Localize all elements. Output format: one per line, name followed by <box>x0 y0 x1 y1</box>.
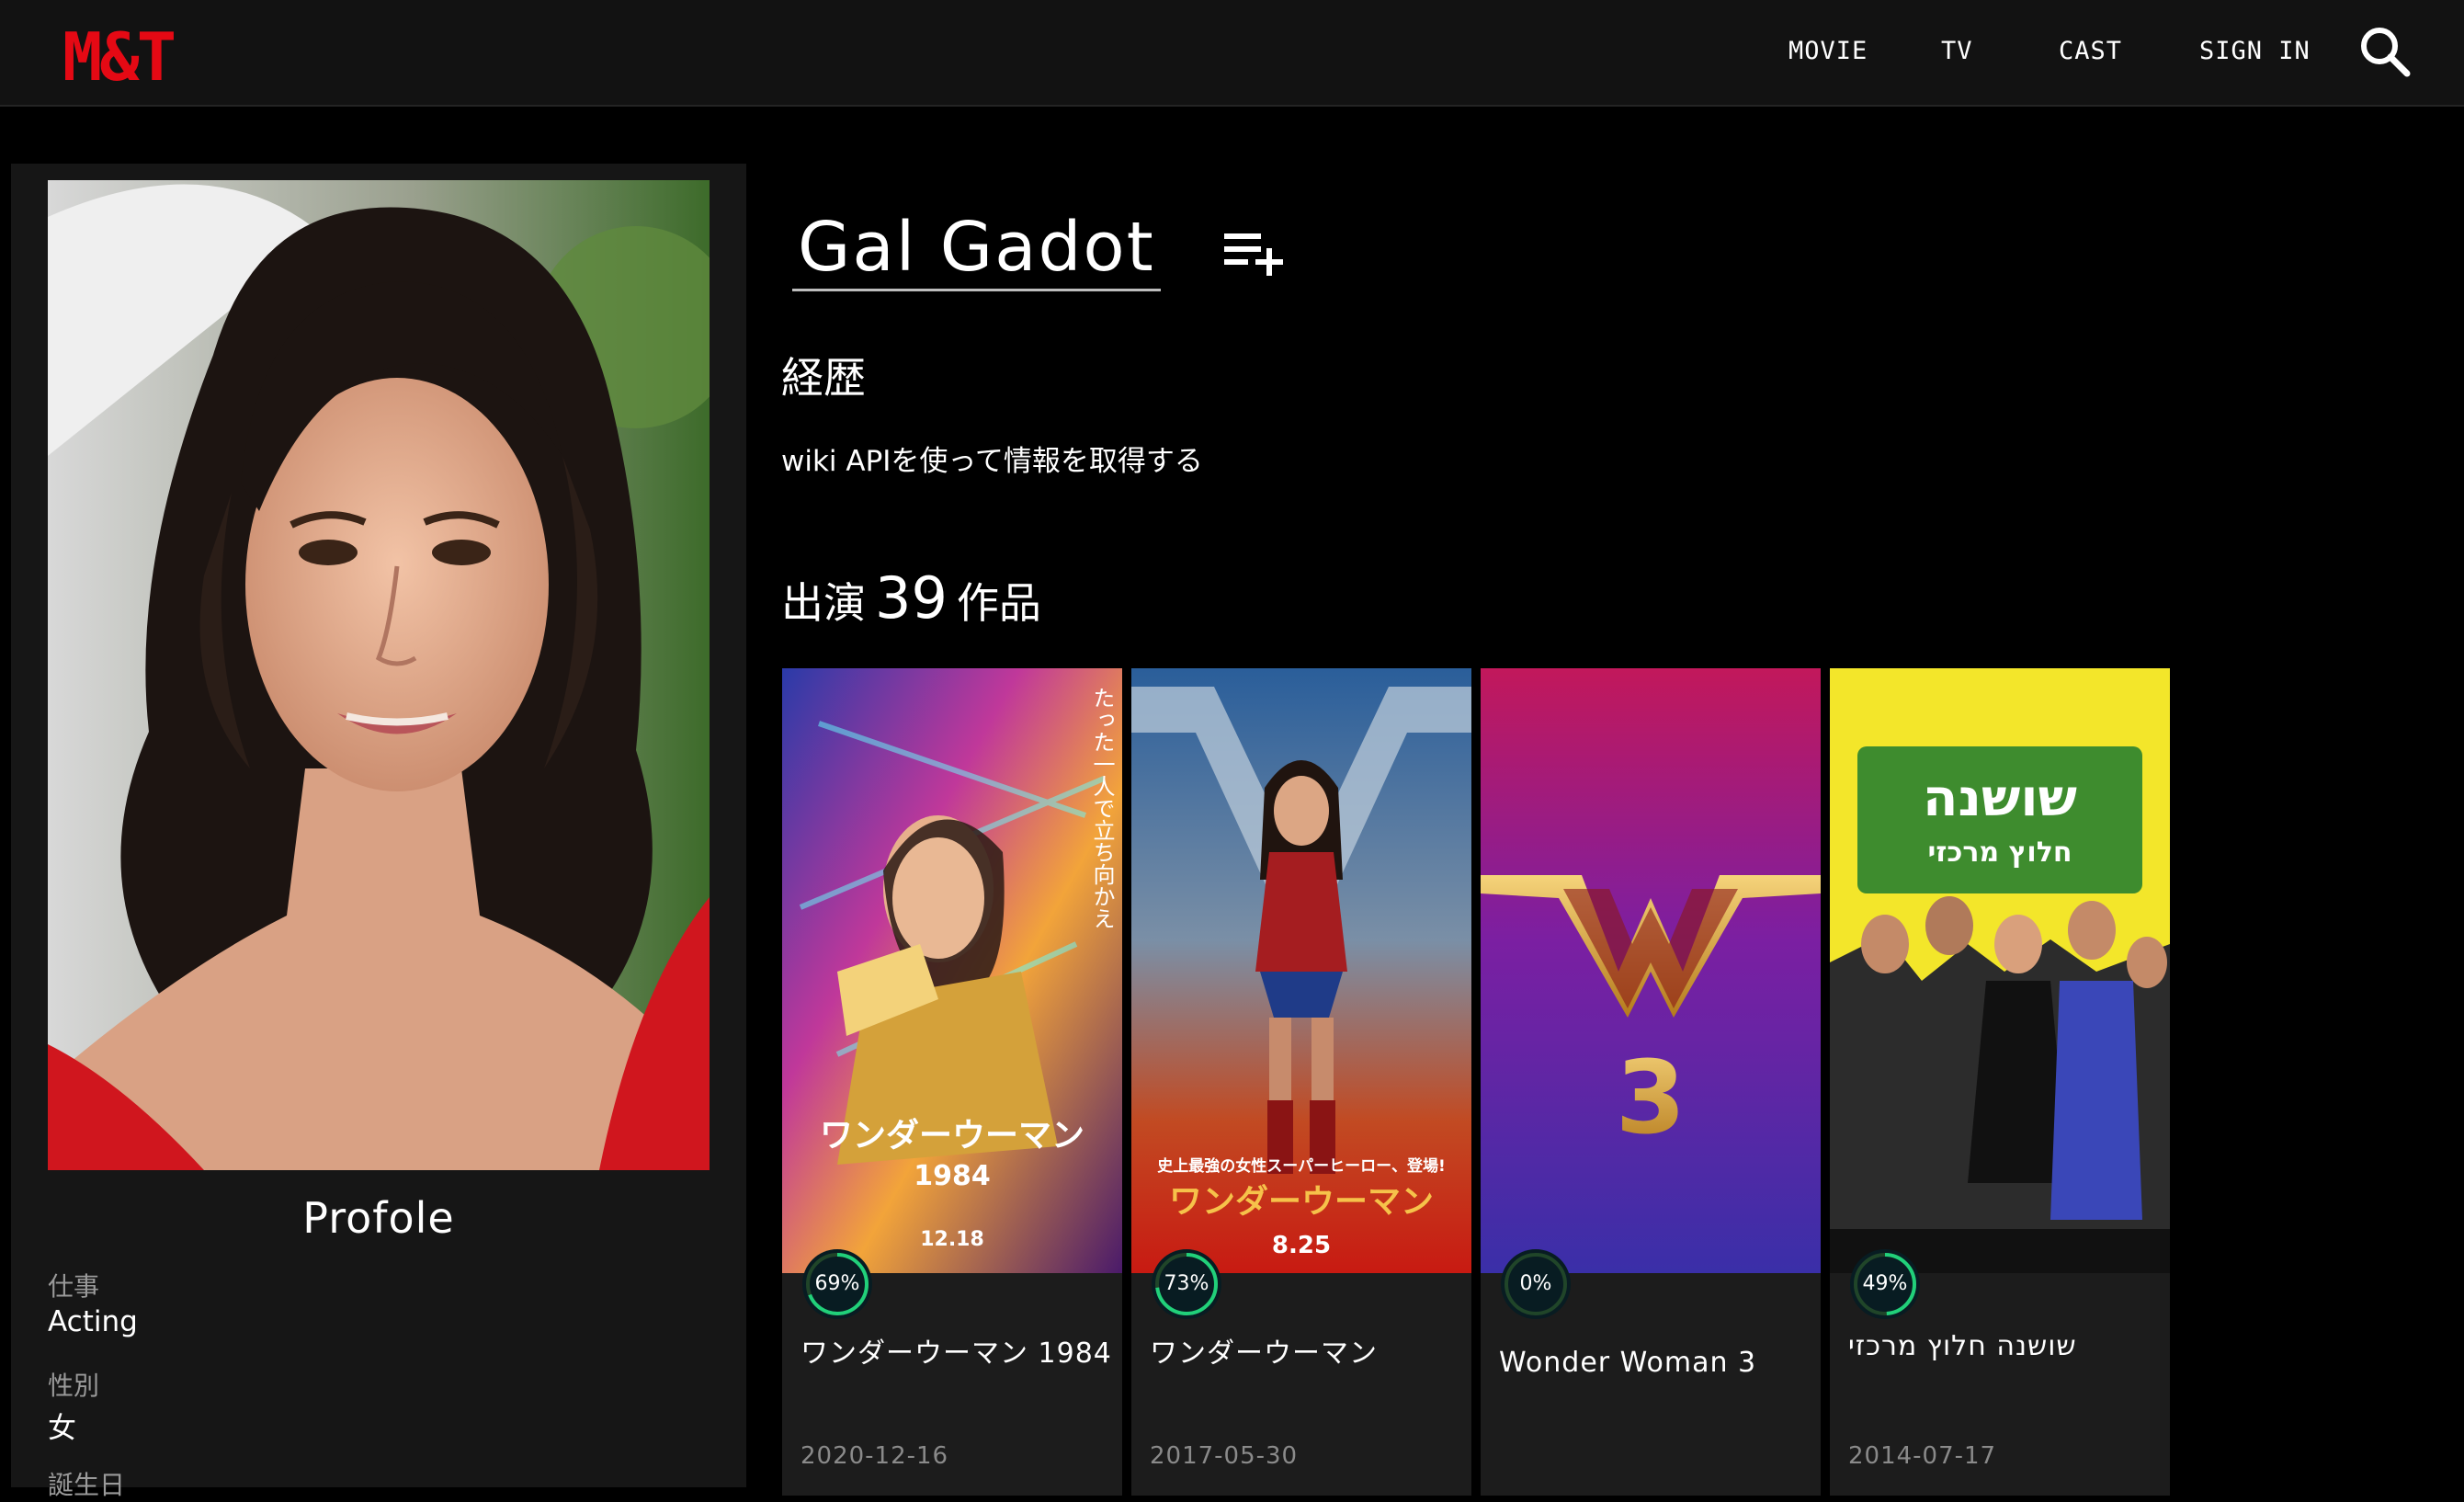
biography-heading: 経歴 <box>781 353 866 403</box>
score-badge: 49% <box>1848 1247 1922 1321</box>
nav-sign-in[interactable]: SIGN IN <box>2199 37 2311 65</box>
profile-panel: Profole 仕事 Acting 性別 女 誕生日 <box>11 164 746 1500</box>
score-badge: 0% <box>1499 1247 1573 1321</box>
profile-heading: Profole <box>302 1193 455 1243</box>
poster-1-caption: ワンダーウーマン <box>820 1117 1084 1155</box>
movie-card[interactable]: ワンダーウーマン 1984 12.18 たった一人で立ち向かえ 69% ワンダー… <box>782 668 1122 1496</box>
poster-3-number: 3 <box>1616 1039 1686 1156</box>
score-value: 69% <box>814 1272 860 1295</box>
actor-name: Gal Gadot <box>792 208 1161 291</box>
birthday-label: 誕生日 <box>48 1470 126 1500</box>
release-date: 2020-12-16 <box>801 1442 949 1470</box>
nav-tv[interactable]: TV <box>1941 37 1973 65</box>
job-value: Acting <box>48 1305 138 1338</box>
movie-title[interactable]: ワンダーウーマン 1984 <box>801 1330 1113 1371</box>
movie-card[interactable]: שושנה חלוץ מרכזי 49% שושנה חלוץ מרכזי 20… <box>1830 668 2170 1496</box>
actor-photo <box>48 180 710 1170</box>
top-nav-bar: M&T MOVIE TV CAST SIGN IN <box>0 0 2464 107</box>
credits-count: 39 <box>875 564 948 632</box>
movie-title[interactable]: ワンダーウーマン <box>1150 1330 1462 1371</box>
score-value: 49% <box>1862 1272 1908 1295</box>
poster-2-vertical: 史上最強の女性スーパーヒーロー、登場! <box>1157 1156 1445 1176</box>
job-label: 仕事 <box>48 1271 100 1302</box>
score-value: 73% <box>1164 1272 1209 1295</box>
nav-movie[interactable]: MOVIE <box>1788 37 1868 65</box>
nav-cast[interactable]: CAST <box>2059 37 2122 65</box>
poster-2-tag: 8.25 <box>1272 1232 1331 1259</box>
shoshana-poster: שושנה חלוץ מרכזי <box>1830 668 2170 1273</box>
poster-1-sub: 1984 <box>914 1160 991 1192</box>
score-value: 0% <box>1519 1272 1552 1295</box>
poster-4-sub: חלוץ מרכזי <box>1928 836 2072 869</box>
score-badge: 69% <box>801 1247 874 1321</box>
gender-value: 女 <box>48 1412 76 1445</box>
release-date: 2014-07-17 <box>1848 1442 1997 1470</box>
score-badge: 73% <box>1150 1247 1223 1321</box>
movie-title[interactable]: שושנה חלוץ מרכזי <box>1848 1330 2161 1362</box>
site-logo[interactable]: M&T <box>62 18 176 96</box>
wonder-woman-1984-poster: ワンダーウーマン 1984 12.18 たった一人で立ち向かえ <box>782 668 1122 1273</box>
poster-2-caption: ワンダーウーマン <box>1169 1183 1434 1221</box>
release-date: 2017-05-30 <box>1150 1442 1299 1470</box>
poster-4-caption: שושנה <box>1923 768 2077 828</box>
search-icon[interactable] <box>2357 24 2413 79</box>
playlist-add-icon[interactable] <box>1222 224 1287 279</box>
movie-title[interactable]: Wonder Woman 3 <box>1499 1347 1811 1379</box>
wonder-woman-3-poster: 3 <box>1481 668 1821 1273</box>
biography-text: wiki APIを使って情報を取得する <box>781 445 1203 478</box>
wonder-woman-poster: 史上最強の女性スーパーヒーロー、登場! ワンダーウーマン 8.25 <box>1131 668 1471 1273</box>
poster-1-vertical: たった一人で立ち向かえ <box>1089 687 1115 929</box>
movie-card[interactable]: 3 0% Wonder Woman 3 <box>1481 668 1821 1496</box>
gender-label: 性別 <box>48 1371 100 1401</box>
movie-card[interactable]: 史上最強の女性スーパーヒーロー、登場! ワンダーウーマン 8.25 73% ワン… <box>1131 668 1471 1496</box>
credits-suffix: 作品 <box>956 578 1041 628</box>
credits-prefix: 出演 <box>781 578 866 628</box>
credits-heading: 出演 39 作品 <box>781 564 1041 632</box>
poster-1-tag: 12.18 <box>920 1228 984 1251</box>
